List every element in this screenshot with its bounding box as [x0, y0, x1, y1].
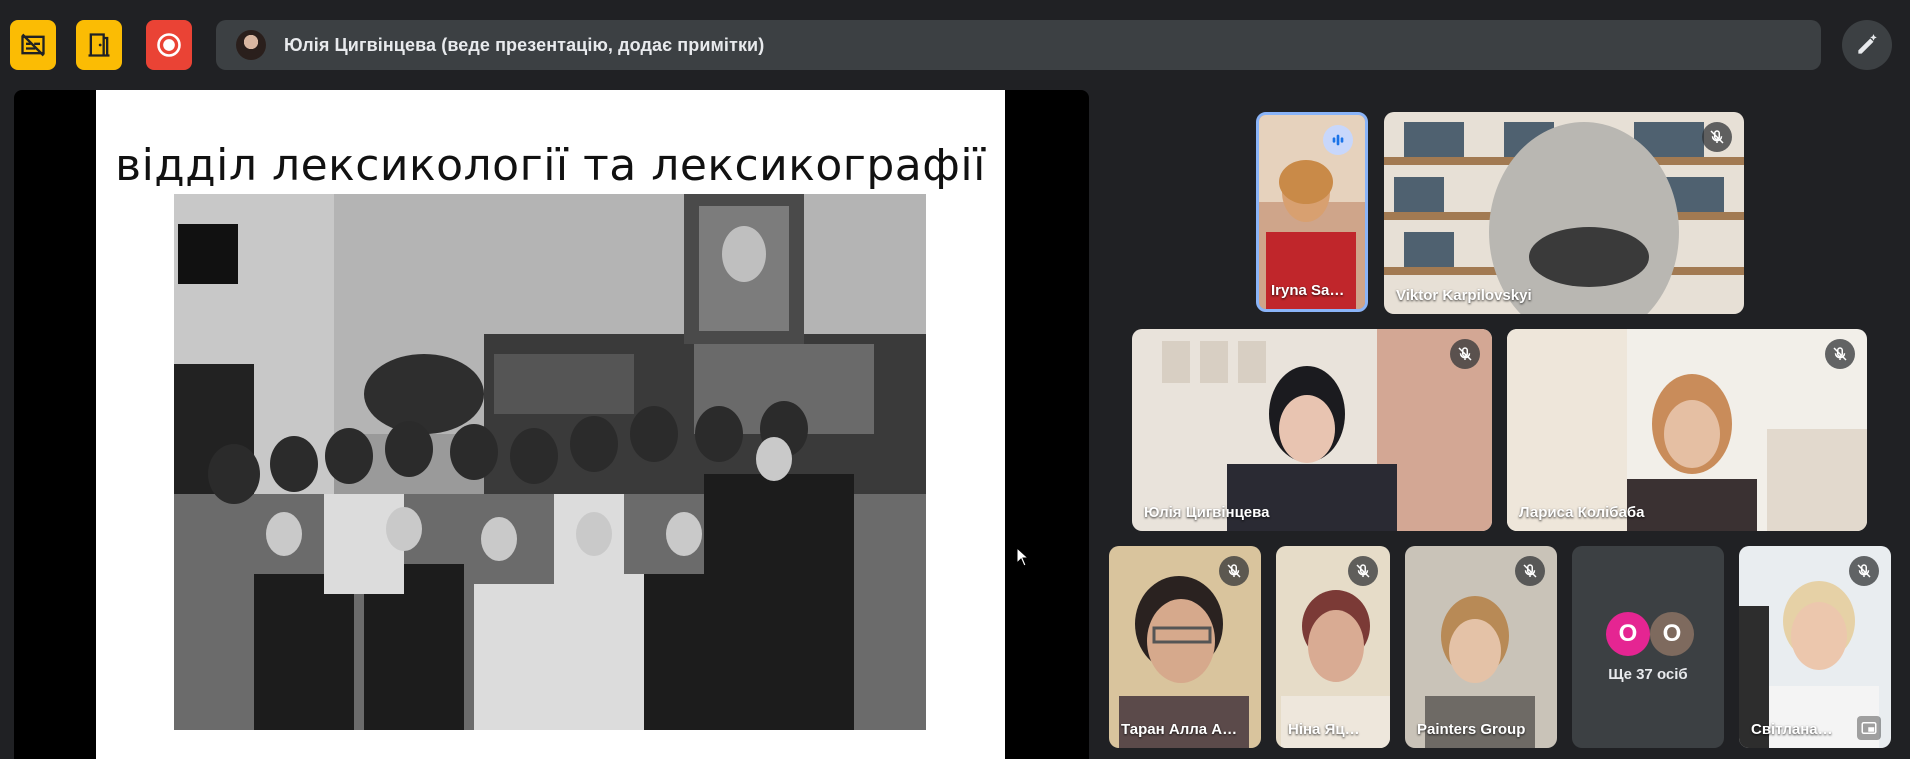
mouse-cursor-icon	[1016, 547, 1030, 567]
avatar: О	[1650, 612, 1694, 656]
recording-button[interactable]	[146, 20, 192, 70]
muted-indicator	[1515, 556, 1545, 586]
muted-indicator	[1219, 556, 1249, 586]
mic-off-icon	[1833, 347, 1847, 361]
door-icon	[88, 33, 110, 57]
record-icon	[157, 33, 181, 57]
participant-name: Iryna Sa…	[1271, 282, 1345, 299]
mic-off-icon	[1227, 564, 1241, 578]
mic-off-icon	[1710, 130, 1724, 144]
more-participants-label: Ще 37 осіб	[1608, 666, 1688, 683]
participant-name: Viktor Karpilovskyi	[1396, 287, 1532, 304]
participant-tile[interactable]: Iryna Sa…	[1256, 112, 1368, 312]
participant-name: Таран Алла А…	[1121, 721, 1238, 738]
participant-name: Painters Group	[1417, 721, 1526, 738]
presenter-text: Юлія Цигвінцева (веде презентацію, додає…	[284, 34, 765, 55]
participant-name: Лариса Колібаба	[1519, 504, 1645, 521]
audio-wave-icon	[1332, 134, 1344, 146]
participant-tile[interactable]: Лариса Колібаба	[1507, 329, 1867, 531]
mic-off-icon	[1857, 564, 1871, 578]
muted-indicator	[1348, 556, 1378, 586]
muted-indicator	[1825, 339, 1855, 369]
slide-title: відділ лексикології та лексикографії	[115, 140, 986, 191]
captions-off-button[interactable]	[10, 20, 56, 70]
picture-in-picture-icon[interactable]	[1857, 716, 1881, 740]
muted-indicator	[1702, 122, 1732, 152]
more-avatars: О О	[1606, 612, 1694, 656]
participant-name: Ніна Яц…	[1288, 721, 1360, 738]
presenter-avatar	[236, 30, 266, 60]
mic-off-icon	[1458, 347, 1472, 361]
more-participants-tile[interactable]: О О Ще 37 осіб	[1572, 546, 1724, 748]
muted-indicator	[1849, 556, 1879, 586]
participant-tile[interactable]: Viktor Karpilovskyi	[1384, 112, 1744, 314]
slide: відділ лексикології та лексикографії	[96, 90, 1005, 759]
speaking-indicator	[1323, 125, 1353, 155]
presenter-banner: Юлія Цигвінцева (веде презентацію, додає…	[216, 20, 1821, 70]
presentation-stage: відділ лексикології та лексикографії	[14, 90, 1089, 759]
mic-off-icon	[1356, 564, 1370, 578]
participant-name: Світлана…	[1751, 721, 1833, 738]
group-photo	[174, 194, 926, 730]
participant-tile[interactable]: Ніна Яц…	[1276, 546, 1390, 748]
muted-indicator	[1450, 339, 1480, 369]
participant-tile[interactable]: Таран Алла А…	[1109, 546, 1261, 748]
breakout-rooms-button[interactable]	[76, 20, 122, 70]
captions-off-icon	[21, 33, 45, 57]
participant-tile[interactable]: Юлія Цигвінцева	[1132, 329, 1492, 531]
pen-sparkle-icon	[1858, 34, 1877, 54]
participant-tile[interactable]: Світлана…	[1739, 546, 1891, 748]
participant-tile[interactable]: Painters Group	[1405, 546, 1557, 748]
mic-off-icon	[1523, 564, 1537, 578]
participant-name: Юлія Цигвінцева	[1144, 504, 1270, 521]
avatar: О	[1606, 612, 1650, 656]
annotate-button[interactable]	[1842, 20, 1892, 70]
